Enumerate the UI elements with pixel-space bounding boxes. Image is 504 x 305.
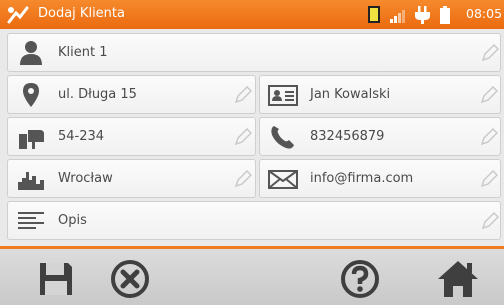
edit-pencil-icon[interactable] <box>233 169 253 189</box>
title-bar: Dodaj Klienta 08:05 <box>0 0 504 29</box>
text-lines-icon <box>18 212 44 229</box>
city-icon <box>18 172 44 190</box>
mailbox-icon <box>19 130 44 149</box>
page-title: Dodaj Klienta <box>38 6 125 21</box>
edit-pencil-icon[interactable] <box>233 127 253 147</box>
envelope-icon <box>268 170 298 189</box>
person-icon <box>20 41 42 65</box>
postal-code-value: 54-234 <box>58 129 105 144</box>
plug-icon <box>415 6 430 24</box>
help-icon[interactable] <box>338 257 382 301</box>
app-logo-icon <box>7 6 29 24</box>
description-field[interactable]: Opis <box>7 201 501 240</box>
street-field[interactable]: ul. Długa 15 <box>7 75 256 114</box>
edit-pencil-icon[interactable] <box>479 127 499 147</box>
edit-pencil-icon[interactable] <box>233 85 253 105</box>
location-pin-icon <box>23 83 39 107</box>
client-name-value: Klient 1 <box>58 45 108 60</box>
client-form: Klient 1 ul. Długa 15 Jan Kowalski 54-23… <box>0 29 504 246</box>
phone-value: 832456879 <box>310 129 385 144</box>
email-field[interactable]: info@firma.com <box>259 159 501 198</box>
phone-icon <box>271 126 294 149</box>
contact-person-field[interactable]: Jan Kowalski <box>259 75 501 114</box>
street-value: ul. Długa 15 <box>58 87 137 102</box>
phone-field[interactable]: 832456879 <box>259 117 501 156</box>
edit-pencil-icon[interactable] <box>479 85 499 105</box>
save-icon[interactable] <box>34 257 78 301</box>
status-icons <box>368 6 450 24</box>
contact-person-value: Jan Kowalski <box>310 87 391 102</box>
clock: 08:05 <box>466 6 503 21</box>
postal-code-field[interactable]: 54-234 <box>7 117 256 156</box>
bottom-toolbar <box>0 246 504 305</box>
city-field[interactable]: Wrocław <box>7 159 256 198</box>
signal-icon <box>390 10 405 23</box>
id-card-icon <box>268 85 298 106</box>
cancel-icon[interactable] <box>108 257 152 301</box>
description-placeholder: Opis <box>58 213 87 228</box>
memory-card-icon <box>368 6 380 23</box>
email-value: info@firma.com <box>310 171 414 186</box>
edit-pencil-icon[interactable] <box>479 169 499 189</box>
edit-pencil-icon[interactable] <box>480 211 500 231</box>
battery-icon <box>440 6 450 24</box>
home-icon[interactable] <box>436 257 480 301</box>
client-name-field[interactable]: Klient 1 <box>7 33 501 72</box>
edit-pencil-icon[interactable] <box>480 43 500 63</box>
city-value: Wrocław <box>58 171 113 186</box>
